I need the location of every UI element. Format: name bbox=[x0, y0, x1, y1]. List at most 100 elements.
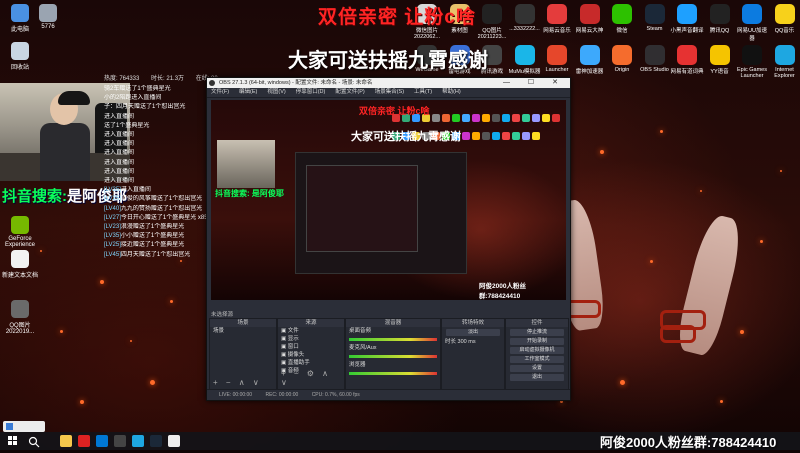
desktop-icon[interactable]: 雷神加速器 bbox=[573, 45, 607, 75]
menu-item[interactable]: 帮助(H) bbox=[442, 89, 461, 95]
cpu-usage: CPU: 0.7%, 60.00 fps bbox=[312, 392, 360, 398]
chat-text: 子：四月天赠送了1个怼出宫光 bbox=[104, 104, 185, 110]
chat-message: 进入直播间 bbox=[104, 140, 214, 149]
desktop-icon[interactable]: 腾讯QQ bbox=[703, 4, 737, 34]
chat-level: [LV40] bbox=[104, 206, 121, 212]
chat-message: [LV35]小小赠送了1个盛典星光 bbox=[104, 232, 214, 241]
menu-item[interactable]: 场景集合(S) bbox=[375, 89, 404, 95]
control-button[interactable]: 停止推流 bbox=[510, 329, 564, 336]
source-item[interactable]: ▣ 摄像头 bbox=[278, 351, 344, 359]
preview-icon bbox=[462, 114, 470, 122]
control-button[interactable]: 启动虚拟摄像机 bbox=[510, 347, 564, 354]
ember bbox=[720, 400, 723, 403]
preview-title: 大家可送扶摇九霄感谢 bbox=[351, 128, 461, 144]
sources-dock[interactable]: 来源 ▣ 文件▣ 显示▣ 窗口▣ 摄像头▣ 直播助手▣ 音频 + − ⚙ ∧ ∨ bbox=[277, 318, 345, 390]
desktop-icon[interactable]: GeForce Experience bbox=[0, 216, 40, 248]
desktop-icon[interactable]: QQ图片 20211223... bbox=[475, 4, 509, 40]
start-button[interactable] bbox=[8, 436, 18, 446]
desktop-icon[interactable]: 网易云大神 bbox=[573, 4, 607, 34]
chat-text: 小小赠送了1个盛典星光 bbox=[121, 233, 184, 239]
recycle-bin-icon bbox=[11, 42, 29, 60]
chat-message: [LV40]九九的赞扬赠送了1个怼出宫光 bbox=[104, 205, 214, 214]
desktop-icon[interactable]: QQ图片 2022019... bbox=[0, 300, 40, 335]
chat-text: 九九的赞扬赠送了1个怼出宫光 bbox=[121, 206, 202, 212]
menu-item[interactable]: 编辑(E) bbox=[239, 89, 257, 95]
controls-dock[interactable]: 控件 停止推流开始录制启动虚拟摄像机工作室模式设置退出 bbox=[505, 318, 569, 390]
desktop-icon[interactable]: MuMu模拟器 bbox=[508, 45, 542, 75]
preview-nested-obs bbox=[295, 152, 467, 274]
source-item[interactable]: ▣ 文件 bbox=[278, 327, 344, 335]
control-button[interactable]: 工作室模式 bbox=[510, 356, 564, 363]
source-item[interactable]: ▣ 窗口 bbox=[278, 343, 344, 351]
menu-item[interactable]: 文件(F) bbox=[211, 89, 229, 95]
qq-icon bbox=[710, 4, 730, 24]
desktop-icon[interactable]: Epic Games Launcher bbox=[735, 45, 769, 79]
window-controls[interactable]: — ☐ ✕ bbox=[503, 78, 566, 88]
search-icon[interactable] bbox=[28, 435, 46, 447]
steam-icon[interactable] bbox=[150, 435, 162, 447]
desktop-icon[interactable]: OBS Studio bbox=[638, 45, 672, 73]
mixer-track: 麦克风/Aux bbox=[346, 344, 440, 352]
menu-item[interactable]: 配置文件(P) bbox=[335, 89, 364, 95]
control-button[interactable]: 设置 bbox=[510, 365, 564, 372]
preview-icon bbox=[532, 114, 540, 122]
menu-item[interactable]: 停靠窗口(D) bbox=[296, 89, 326, 95]
desktop-icon[interactable]: 5776 bbox=[28, 4, 68, 30]
app-icon[interactable] bbox=[78, 435, 90, 447]
desktop-icon[interactable]: 网易有道词典 bbox=[670, 45, 704, 75]
chat-message: 进入直播间 bbox=[104, 177, 214, 186]
desktop-icon[interactable]: 回收站 bbox=[0, 42, 40, 71]
desktop-icon[interactable]: 微信 bbox=[605, 4, 639, 34]
sources-toolbar[interactable]: + − ⚙ ∧ ∨ bbox=[281, 369, 344, 387]
desktop-icon-label: 小黑声音翻译 bbox=[670, 26, 704, 34]
desktop-icon[interactable]: 网易云音乐 bbox=[540, 4, 574, 34]
desktop-icon[interactable]: Origin bbox=[605, 45, 639, 73]
chat-text: 进入直播间 bbox=[104, 114, 134, 120]
steam-icon bbox=[645, 4, 665, 24]
menu-item[interactable]: 视图(V) bbox=[267, 89, 285, 95]
source-item[interactable]: ▣ 直播助手 bbox=[278, 359, 344, 367]
mixer-dock[interactable]: 混音器 桌面音频 麦克风/Aux 浏览器 bbox=[345, 318, 441, 390]
control-button[interactable]: 开始录制 bbox=[510, 338, 564, 345]
image-file-icon bbox=[11, 300, 29, 318]
chat-text: 进入直播间 bbox=[104, 169, 134, 175]
store-icon[interactable] bbox=[96, 435, 108, 447]
scene-item[interactable]: 场景 bbox=[210, 327, 276, 335]
edge-icon[interactable] bbox=[132, 435, 144, 447]
desktop-icon[interactable]: YY语音 bbox=[703, 45, 737, 75]
transitions-dock[interactable]: 转场特效 淡出 时长 300 ms bbox=[441, 318, 505, 390]
desktop-icon[interactable]: Internet Explorer bbox=[768, 45, 800, 79]
obs-icon[interactable] bbox=[114, 435, 126, 447]
preview-icon bbox=[532, 132, 540, 140]
obs-titlebar[interactable]: OBS 27.1.3 (64-bit, windows) - 配置文件: 未命名… bbox=[207, 78, 570, 88]
desktop-icon[interactable]: Steam bbox=[638, 4, 672, 32]
sources-header: 来源 bbox=[278, 319, 344, 327]
launcher-icon bbox=[547, 45, 567, 65]
desktop-icon[interactable]: Launcher bbox=[540, 45, 574, 73]
obs-preview[interactable]: 双倍亲密 让粉c啥 大家可送扶摇九霄感谢 抖音搜索: 是阿俊耶 阿俊2000人粉… bbox=[211, 100, 566, 300]
scenes-toolbar[interactable]: + − ∧ ∨ bbox=[213, 378, 262, 387]
obs-statusbar: LIVE: 00:00:00 REC: 00:00:00 CPU: 0.7%, … bbox=[207, 389, 570, 400]
duration-value[interactable]: 300 ms bbox=[458, 339, 476, 345]
computer-icon bbox=[11, 4, 29, 22]
desktop-icon[interactable]: QQ音乐 bbox=[768, 4, 800, 34]
desktop-icon[interactable]: 网易UU加速器 bbox=[735, 4, 769, 42]
desktop-icon[interactable]: 新建文本文档 bbox=[0, 250, 40, 279]
desktop-icon[interactable]: ...3332222... bbox=[508, 4, 542, 32]
obs-window[interactable]: OBS 27.1.3 (64-bit, windows) - 配置文件: 未命名… bbox=[206, 77, 571, 401]
desktop-icon-label: 微信 bbox=[605, 26, 639, 34]
control-button[interactable]: 退出 bbox=[510, 374, 564, 381]
netease-dashen-icon bbox=[580, 4, 600, 24]
text-file-icon bbox=[11, 250, 29, 268]
desktop-icon[interactable]: 小黑声音翻译 bbox=[670, 4, 704, 34]
notification-popup[interactable] bbox=[3, 421, 45, 432]
notification-icon bbox=[6, 423, 13, 430]
epic-icon bbox=[742, 45, 762, 65]
preview-icon bbox=[462, 132, 470, 140]
transition-select[interactable]: 淡出 bbox=[446, 329, 500, 336]
scenes-dock[interactable]: 场景 场景 + − ∧ ∨ bbox=[209, 318, 277, 390]
explorer-icon[interactable] bbox=[60, 435, 72, 447]
source-item[interactable]: ▣ 显示 bbox=[278, 335, 344, 343]
menu-item[interactable]: 工具(T) bbox=[414, 89, 432, 95]
chrome-icon[interactable] bbox=[168, 435, 180, 447]
